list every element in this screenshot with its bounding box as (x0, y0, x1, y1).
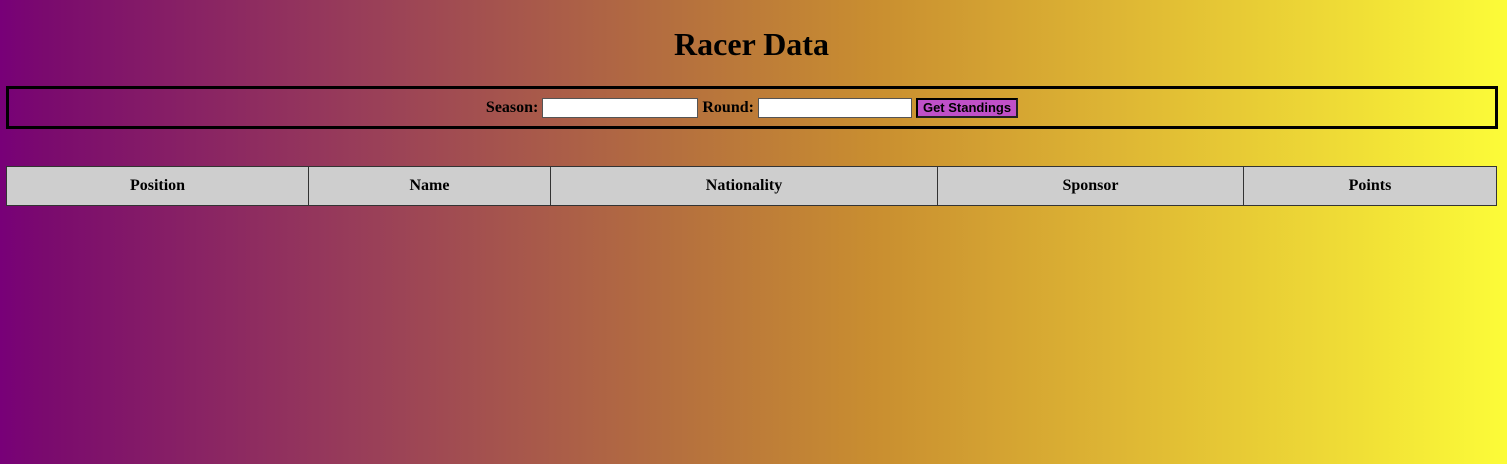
season-label: Season: (485, 98, 539, 116)
round-label: Round: (702, 98, 754, 116)
standings-table: Position Name Nationality Sponsor Points (6, 166, 1497, 206)
column-header-nationality: Nationality (550, 166, 938, 206)
round-input[interactable] (757, 97, 912, 118)
season-input[interactable] (542, 97, 699, 118)
page-title: Racer Data (674, 26, 829, 62)
get-standings-button[interactable]: Get Standings (915, 97, 1019, 118)
form-row: Season: Round: Get Standings (485, 97, 1019, 118)
column-header-position: Position (6, 166, 309, 206)
table-header-row: Position Name Nationality Sponsor Points (6, 166, 1497, 206)
column-header-name: Name (308, 166, 551, 206)
standings-form: Season: Round: Get Standings (6, 86, 1498, 129)
column-header-points: Points (1243, 166, 1497, 206)
column-header-sponsor: Sponsor (937, 166, 1244, 206)
